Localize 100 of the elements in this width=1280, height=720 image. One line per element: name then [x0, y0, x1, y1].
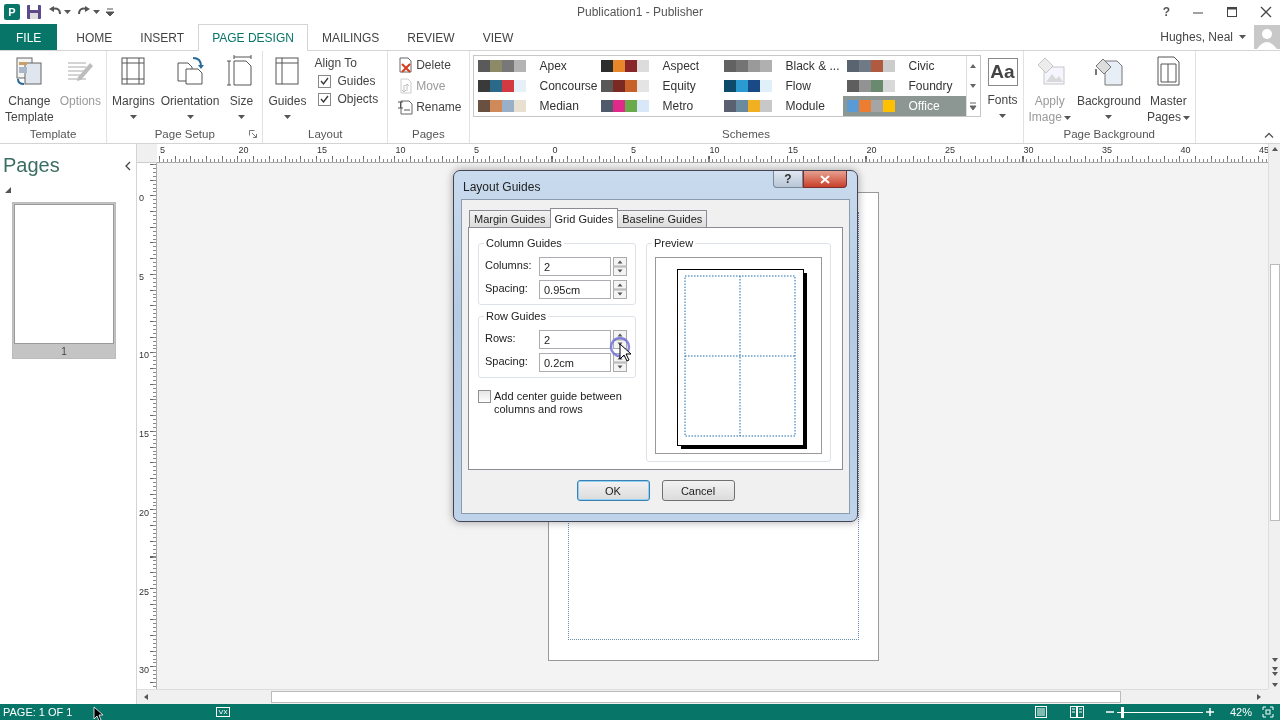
scheme-option[interactable]: Equity	[596, 76, 720, 96]
group-box-label: Row Guides	[484, 310, 548, 322]
expand-triangle-icon[interactable]	[5, 187, 11, 193]
ribbon-button[interactable]: Rename	[397, 99, 462, 115]
ribbon-button[interactable]: Background	[1074, 55, 1143, 125]
scheme-option[interactable]: Black & ...	[719, 56, 843, 76]
collapse-ribbon-icon[interactable]	[1264, 132, 1274, 138]
ribbon-tab[interactable]: HOME	[62, 24, 127, 50]
window-title: Publication1 - Publisher	[576, 5, 704, 19]
checkbox[interactable]: Guides	[314, 74, 379, 88]
ruler-number: 30	[1023, 146, 1034, 155]
close-icon	[820, 174, 830, 184]
dialog-tab[interactable]: Grid Guides	[549, 208, 619, 228]
help-button[interactable]: ?	[773, 171, 803, 188]
number-field[interactable]: 2	[539, 330, 611, 349]
rename-page-icon	[397, 99, 414, 115]
save-icon[interactable]	[26, 4, 42, 20]
vertical-scrollbar[interactable]	[1268, 144, 1280, 689]
ruler-number: 15	[139, 430, 149, 440]
scheme-option[interactable]: Aspect	[596, 56, 720, 76]
page-number: 1	[61, 346, 67, 357]
color-swatch-strip	[477, 80, 526, 92]
ruler-number: 0	[552, 146, 558, 155]
macro-record-icon[interactable]	[215, 707, 230, 717]
ribbon-button[interactable]: Change Template	[3, 55, 56, 125]
scroll-thumb[interactable]	[271, 691, 1121, 703]
group-box-label: Column Guides	[484, 237, 564, 249]
group-label: Pages	[412, 128, 445, 140]
ribbon-tab[interactable]: MAILINGS	[307, 24, 394, 50]
ruler-number: 10	[139, 351, 149, 361]
customize-icon[interactable]	[106, 8, 114, 16]
ribbon-button[interactable]: Master Pages	[1144, 55, 1192, 125]
ruler-number: 20	[139, 508, 149, 518]
group-box-label: Preview	[652, 237, 696, 249]
collapse-pane-icon[interactable]	[124, 160, 131, 171]
account-menu[interactable]: Hughes, Neal	[1152, 24, 1254, 50]
color-swatch-strip	[723, 80, 772, 92]
ruler-number: 15	[317, 146, 327, 155]
align-to-label: Align To	[314, 56, 358, 70]
scheme-option[interactable]: Module	[719, 96, 843, 116]
dialog-button[interactable]: Cancel	[661, 480, 735, 501]
scheme-name: Apex	[539, 59, 567, 73]
number-field[interactable]: 2	[539, 257, 611, 276]
dialog-button[interactable]: OK	[576, 480, 650, 501]
ribbon-tab[interactable]: VIEW	[468, 24, 528, 50]
scroll-thumb[interactable]	[1270, 264, 1280, 521]
zoom-in-icon[interactable]	[1205, 708, 1214, 716]
dialog-tab[interactable]: Baseline Guides	[617, 210, 708, 227]
ribbon-button[interactable]: Guides	[266, 55, 309, 125]
pane-title: Pages	[3, 154, 60, 177]
scheme-option[interactable]: Metro	[596, 96, 720, 116]
ribbon-button[interactable]: Aa Fonts	[985, 55, 1020, 125]
ribbon-tab[interactable]: PAGE DESIGN	[198, 24, 308, 51]
field-label: Spacing:	[485, 354, 529, 367]
ruler-number: 10	[709, 146, 720, 155]
font-sample-icon: Aa	[987, 58, 1018, 86]
app-icon[interactable]: P	[4, 4, 20, 20]
field-label: Rows:	[485, 331, 517, 344]
ribbon-tab[interactable]: INSERT	[126, 24, 199, 50]
next-page-icon[interactable]	[1269, 665, 1280, 677]
dialog-launcher-icon[interactable]	[249, 130, 258, 138]
checkbox[interactable]: Add center guide between columns and rows	[478, 390, 636, 416]
number-field[interactable]: 0.2cm	[539, 353, 611, 372]
close-icon[interactable]	[1260, 6, 1272, 18]
ruler-number: 20	[238, 146, 249, 155]
ribbon-button[interactable]: Orientation	[158, 55, 222, 125]
ribbon-tab[interactable]: REVIEW	[393, 24, 469, 50]
dialog-title: Layout Guides	[463, 180, 541, 194]
help-button[interactable]: ?	[1162, 5, 1170, 19]
scheme-name: Aspect	[662, 59, 700, 73]
ribbon-button[interactable]: Size	[223, 55, 260, 125]
scheme-option[interactable]: Median	[473, 96, 597, 116]
color-swatch-strip	[600, 60, 649, 72]
dialog-tab[interactable]: Margin Guides	[469, 210, 551, 227]
ruler-number: 25	[139, 587, 149, 597]
number-field[interactable]: 0.95cm	[539, 280, 611, 299]
close-button[interactable]	[803, 171, 847, 188]
checkbox[interactable]: Objects	[314, 92, 379, 106]
scheme-name: Foundry	[908, 79, 953, 93]
color-swatch-strip	[477, 100, 526, 112]
ribbon-button[interactable]: Delete	[397, 57, 462, 73]
color-swatch-strip	[846, 80, 895, 92]
delete-page-icon	[397, 57, 414, 73]
scheme-option[interactable]: Concourse	[473, 76, 597, 96]
scheme-option[interactable]: Foundry	[842, 76, 966, 96]
scheme-option[interactable]: Flow	[719, 76, 843, 96]
file-tab[interactable]: FILE	[0, 24, 58, 50]
horizontal-scrollbar[interactable]	[137, 689, 1268, 704]
zoom-out-icon[interactable]	[1105, 708, 1114, 716]
field-label: Spacing:	[485, 281, 529, 294]
ruler-number: 5	[474, 146, 479, 155]
single-page-view-icon[interactable]	[1033, 706, 1048, 718]
ribbon-button[interactable]: Margins	[110, 55, 157, 125]
two-page-view-icon[interactable]	[1069, 706, 1084, 718]
fit-page-icon[interactable]	[1262, 706, 1274, 718]
maximize-icon[interactable]	[1226, 6, 1238, 18]
scheme-option[interactable]: Civic	[842, 56, 966, 76]
page-thumbnail[interactable]: 1	[12, 202, 116, 359]
move-page-icon	[397, 78, 414, 94]
scheme-option[interactable]: Apex	[473, 56, 597, 76]
